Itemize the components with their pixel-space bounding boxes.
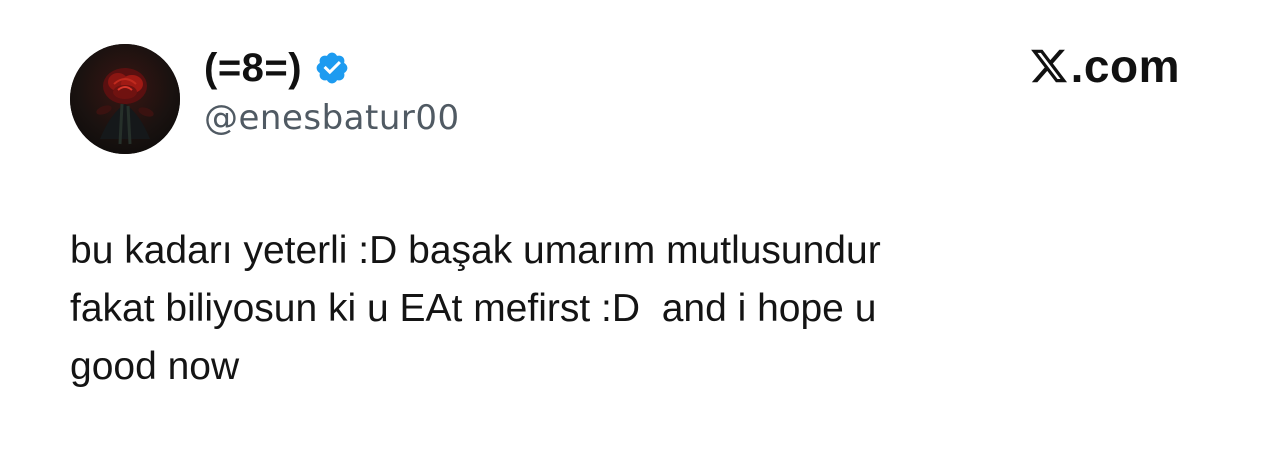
x-logo-icon — [1029, 46, 1069, 86]
author-display-name[interactable]: (=8=) — [204, 46, 302, 91]
avatar[interactable] — [70, 44, 180, 154]
brand-domain-text: .com — [1070, 40, 1180, 92]
brand-watermark: .com — [1029, 36, 1180, 96]
author-name-row: (=8=) — [204, 40, 350, 96]
author-handle[interactable]: @enesbatur00 — [204, 98, 460, 138]
tweet-card: (=8=) @enesbatur00 .com bu kadarı yeterl… — [0, 0, 1280, 456]
tweet-body-text: bu kadarı yeterli :D başak umarım mutlus… — [70, 229, 881, 388]
avatar-icon — [70, 44, 180, 154]
verified-badge-icon — [314, 50, 350, 86]
